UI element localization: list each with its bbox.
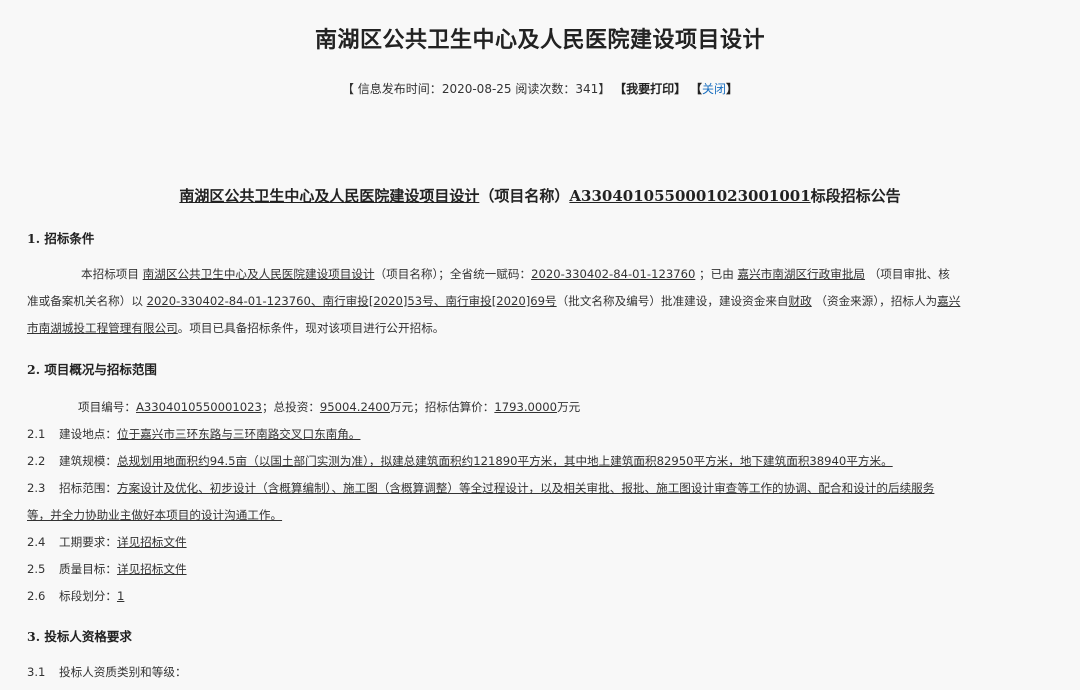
close-link[interactable]: 关闭	[702, 82, 726, 96]
text: （项目名称）；全省统一赋码：	[374, 267, 532, 281]
text: 准或备案机关名称）以	[27, 294, 147, 308]
approval-docs: 2020-330402-84-01-123760、南行审投[2020]53号、南…	[146, 294, 557, 308]
item-label: 质量目标：	[59, 562, 117, 576]
item-2-3: 2.3 招标范围：方案设计及优化、初步设计（含概算编制）、施工图（含概算调整）等全…	[27, 480, 934, 496]
notice-section-code: A330401055000102300100​1	[569, 187, 811, 205]
item-label: 招标范围：	[59, 481, 117, 495]
item-2-4: 2.4 工期要求：详见招标文件	[27, 534, 187, 550]
notice-suffix: 标段招标公告	[810, 187, 901, 205]
item-number: 2.6	[27, 589, 46, 603]
item-2-1: 2.1 建设地点：位于嘉兴市三环东路与三环南路交叉口东南角。	[27, 426, 360, 442]
text: ；总投资：	[261, 400, 320, 414]
s1-line-2: 准或备案机关名称）以 2020-330402-84-01-123760、南行审投…	[27, 293, 960, 309]
text: （批文名称及编号）批准建设，建设资金来自	[556, 294, 789, 308]
text: （资金来源），招标人为	[811, 294, 938, 308]
item-number: 2.1	[27, 427, 46, 441]
publish-info-bar: 【 信息发布时间：2020-08-25 阅读次数：341】 【我要打印】 【关闭…	[0, 80, 1080, 97]
tenderer: 嘉兴	[937, 294, 961, 308]
item-value: 1	[116, 589, 125, 603]
bracket: 【	[690, 82, 703, 96]
item-value: 方案设计及优化、初步设计（含概算编制）、施工图（含概算调整）等全过程设计，以及相…	[116, 481, 935, 495]
item-number: 2.2	[27, 454, 46, 468]
item-number: 3.1	[27, 665, 46, 679]
page-title: 南湖区公共卫生中心及人民医院建设项目设计	[314, 28, 765, 53]
item-2-5: 2.5 质量目标：详见招标文件	[27, 561, 187, 577]
s2-summary-line: 项目编号：A3304010550001023；总投资：95004.2400万元；…	[27, 399, 580, 415]
text: （项目审批、核	[865, 267, 950, 281]
bracket: 】	[598, 82, 611, 96]
item-value: 详见招标文件	[116, 562, 187, 576]
item-number: 2.4	[27, 535, 46, 549]
project-name: 南湖区公共卫生中心及人民医院建设项目设计	[142, 267, 375, 281]
fund-source: 财政	[788, 294, 812, 308]
estimated-price: 1793.0000	[494, 400, 558, 414]
item-label: 建设地点：	[59, 427, 117, 441]
section-3-title: 3. 投标人资格要求	[27, 629, 132, 644]
item-label: 工期要求：	[59, 535, 117, 549]
item-value: 位于嘉兴市三环东路与三环南路交叉口东南角。	[116, 427, 361, 441]
item-3-1: 3.1 投标人资质类别和等级：	[27, 664, 187, 680]
section-1-title: 1. 招标条件	[27, 231, 95, 246]
approval-authority: 嘉兴市南湖区行政审批局	[737, 267, 866, 281]
announcement-page: 南湖区公共卫生中心及人民医院建设项目设计 【 信息发布时间：2020-08-25…	[0, 0, 1080, 690]
item-2-3-cont: 等，并全力协助业主做好本项目的设计沟通工作。	[27, 507, 282, 523]
item-2-6: 2.6 标段划分：1	[27, 588, 124, 604]
bracket: 【	[341, 82, 354, 96]
item-value: 总规划用地面积约94.5亩（以国土部门实测为准），拟建总建筑面积约121890平…	[116, 454, 893, 468]
tenderer: 市南湖城投工程管理有限公司	[27, 321, 178, 335]
notice-heading: 南湖区公共卫生中心及人民医院建设项目设计（项目名称）A3304010550001…	[0, 185, 1080, 206]
section-2-title: 2. 项目概况与招标范围	[27, 362, 157, 377]
item-number: 2.5	[27, 562, 46, 576]
text: 。项目已具备招标条件，现对该项目进行公开招标。	[177, 321, 445, 335]
notice-project-name: 南湖区公共卫生中心及人民医院建设项目设计	[179, 187, 480, 205]
text: 本招标项目	[81, 267, 143, 281]
read-label: 阅读次数：	[515, 82, 576, 96]
print-button[interactable]: 【我要打印】	[614, 82, 686, 96]
text: ；已由	[695, 267, 738, 281]
publish-label: 信息发布时间：	[357, 82, 442, 96]
bracket: 】	[726, 82, 739, 96]
text: 万元	[557, 400, 581, 414]
item-label: 标段划分：	[59, 589, 117, 603]
item-label: 建筑规模：	[59, 454, 117, 468]
total-investment: 95004.2400	[319, 400, 390, 414]
text: 万元；招标估算价：	[390, 400, 495, 414]
item-2-2: 2.2 建筑规模：总规划用地面积约94.5亩（以国土部门实测为准），拟建总建筑面积…	[27, 453, 893, 469]
item-value: 等，并全力协助业主做好本项目的设计沟通工作。	[27, 508, 283, 522]
s1-line-1: 本招标项目 南湖区公共卫生中心及人民医院建设项目设计（项目名称）；全省统一赋码：…	[27, 266, 950, 282]
item-label: 投标人资质类别和等级：	[59, 665, 187, 679]
s1-line-3: 市南湖城投工程管理有限公司。项目已具备招标条件，现对该项目进行公开招标。	[27, 320, 444, 336]
project-code: 2020-330402-84-01-123760	[531, 267, 696, 281]
project-number: A3304010550001023	[135, 400, 262, 414]
text: 项目编号：	[78, 400, 136, 414]
item-number: 2.3	[27, 481, 46, 495]
read-count: 341	[575, 82, 599, 96]
publish-date: 2020-08-25	[441, 82, 512, 96]
item-value: 详见招标文件	[116, 535, 187, 549]
notice-name-note: （项目名称）	[479, 187, 570, 205]
